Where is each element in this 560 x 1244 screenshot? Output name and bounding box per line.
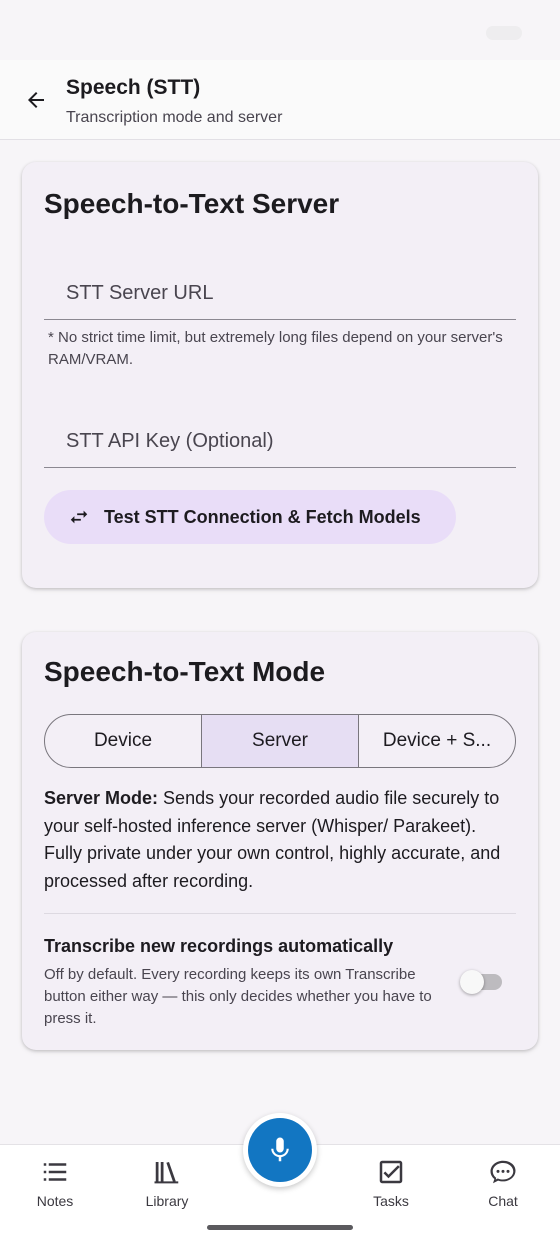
auto-transcribe-title: Transcribe new recordings automatically [44,936,394,956]
battery-icon [486,26,522,40]
record-fab[interactable] [243,1113,317,1187]
nav-notes[interactable]: Notes [10,1157,100,1209]
test-connection-button[interactable]: Test STT Connection & Fetch Models [44,490,456,544]
back-button[interactable] [18,82,54,118]
home-indicator[interactable] [207,1225,353,1230]
server-helper-text: * No strict time limit, but extremely lo… [48,329,503,368]
record-fab-inner [248,1118,312,1182]
stt-mode-card: Speech-to-Text Mode Device Server Device… [22,632,538,1050]
auto-transcribe-switch[interactable] [460,970,502,994]
app-bar: Speech (STT) Transcription mode and serv… [0,60,560,140]
swap-arrows-icon [70,510,88,524]
arrow-left-icon [28,92,44,108]
auto-transcribe-description: Off by default. Every recording keeps it… [44,966,432,1027]
microphone-icon [271,1137,289,1162]
stt-server-url-input[interactable] [44,262,516,319]
test-connection-label: Test STT Connection & Fetch Models [104,506,421,527]
nav-library[interactable]: Library [122,1157,212,1209]
mode-description: Server Mode: Sends your recorded audio f… [44,785,514,895]
nav-tasks[interactable]: Tasks [346,1157,436,1209]
page-title: Speech (STT) [66,76,201,99]
nav-notes-label: Notes [36,1193,74,1209]
switch-thumb [460,970,484,994]
stt-api-key-input[interactable] [44,410,516,467]
library-icon [154,1162,179,1184]
divider [44,913,516,914]
page-subtitle: Transcription mode and server [66,109,283,126]
segment-device-server[interactable]: Device + S... [359,715,515,767]
segment-server[interactable]: Server [202,715,359,767]
nav-library-label: Library [145,1193,189,1209]
stt-mode-title: Speech-to-Text Mode [44,656,326,687]
status-bar [0,0,560,60]
stt-server-url-field[interactable] [44,262,516,320]
list-icon [43,1163,67,1181]
nav-chat[interactable]: Chat [458,1157,548,1209]
nav-chat-label: Chat [488,1193,518,1209]
stt-api-key-field[interactable] [44,410,516,468]
mode-description-label: Server Mode: [44,788,159,808]
chat-bubble-icon [490,1160,516,1184]
stt-server-card: Speech-to-Text Server * No strict time l… [22,162,538,588]
stt-server-title: Speech-to-Text Server [44,188,340,219]
checkbox-icon [379,1160,403,1184]
segment-device[interactable]: Device [45,715,202,767]
nav-tasks-label: Tasks [373,1193,409,1209]
mode-segmented-control: Device Server Device + S... [44,714,516,768]
